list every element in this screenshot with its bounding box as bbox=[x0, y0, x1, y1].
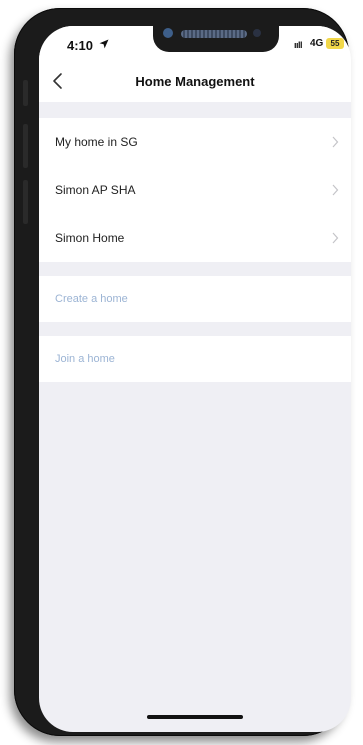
mute-switch bbox=[23, 80, 28, 106]
chevron-right-icon bbox=[332, 184, 339, 196]
create-home-button[interactable]: Create a home bbox=[39, 276, 351, 322]
list-item-simon-ap-sha[interactable]: Simon AP SHA bbox=[39, 166, 351, 214]
phone-screen: 4:10 ııll 4G 55 Home Management My home … bbox=[39, 26, 351, 732]
battery-icon: 55 bbox=[326, 38, 344, 49]
join-home-section: Join a home bbox=[39, 336, 351, 382]
status-time: 4:10 bbox=[67, 38, 94, 53]
page-title: Home Management bbox=[135, 74, 255, 89]
home-indicator[interactable] bbox=[147, 715, 243, 719]
create-home-section: Create a home bbox=[39, 276, 351, 322]
join-home-button[interactable]: Join a home bbox=[39, 336, 351, 382]
list-item-simon-home[interactable]: Simon Home bbox=[39, 214, 351, 262]
signal-strength-icon: ııll bbox=[294, 40, 303, 50]
chevron-right-icon bbox=[332, 232, 339, 244]
list-item-label: My home in SG bbox=[55, 135, 138, 149]
list-item-label: Simon AP SHA bbox=[55, 183, 136, 197]
volume-down-button bbox=[23, 180, 28, 224]
list-item-my-home-in-sg[interactable]: My home in SG bbox=[39, 118, 351, 166]
phone-frame: 4:10 ııll 4G 55 Home Management My home … bbox=[14, 8, 351, 736]
homes-list: My home in SG Simon AP SHA Simon Home bbox=[39, 118, 351, 262]
network-type: 4G bbox=[310, 38, 324, 49]
location-arrow-icon bbox=[99, 39, 109, 49]
chevron-right-icon bbox=[332, 136, 339, 148]
sensor-icon bbox=[253, 29, 261, 37]
screenshot-stage: 4:10 ııll 4G 55 Home Management My home … bbox=[0, 0, 363, 745]
notch bbox=[153, 26, 279, 52]
list-item-label: Simon Home bbox=[55, 231, 125, 245]
camera-icon bbox=[163, 28, 173, 38]
speaker-grille bbox=[181, 30, 247, 38]
navigation-bar: Home Management bbox=[39, 62, 351, 102]
volume-up-button bbox=[23, 124, 28, 168]
